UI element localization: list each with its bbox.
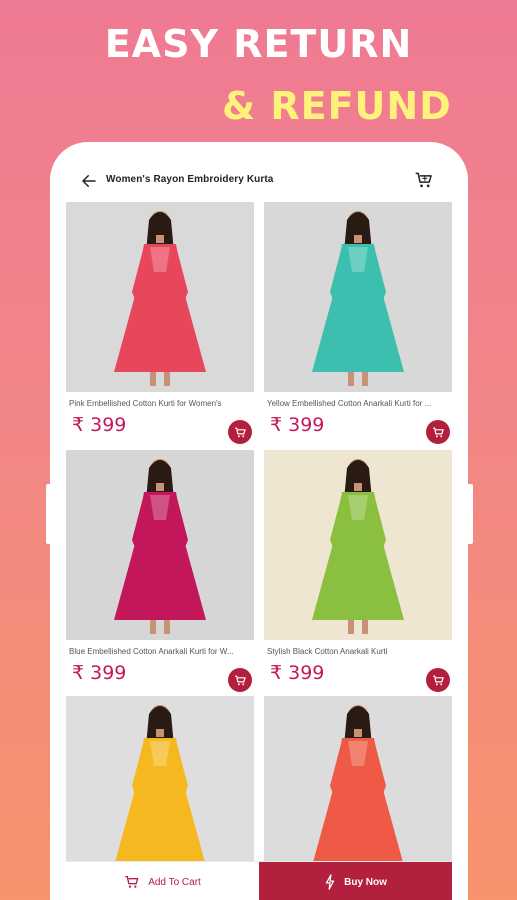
product-name: Pink Embellished Cotton Kurti for Women'… (69, 399, 222, 408)
product-image[interactable] (264, 202, 452, 392)
product-price: ₹ 399 (270, 662, 325, 684)
cart-icon (234, 675, 246, 685)
arrow-left-icon[interactable] (80, 172, 98, 190)
app-bar: Women's Rayon Embroidery Kurta (50, 164, 468, 198)
page-title: Women's Rayon Embroidery Kurta (106, 174, 274, 185)
phone-frame: Women's Rayon Embroidery Kurta Pink Embe… (50, 142, 468, 900)
promo-headline-line1: EASY RETURN (104, 22, 413, 66)
bottom-action-bar: Add To Cart Buy Now (66, 861, 452, 900)
product-card[interactable]: Stylish Black Cotton Anarkali Kurti ₹ 399 (264, 450, 452, 696)
cart-icon (432, 675, 444, 685)
add-to-cart-button[interactable]: Add To Cart (66, 862, 259, 900)
buy-now-button[interactable]: Buy Now (259, 862, 452, 900)
add-to-cart-icon-button[interactable] (426, 668, 450, 692)
product-name: Stylish Black Cotton Anarkali Kurti (267, 647, 388, 656)
product-card[interactable]: Pink Embellished Cotton Kurti for Women'… (66, 202, 254, 448)
add-to-cart-label: Add To Cart (148, 876, 201, 888)
cart-icon (125, 876, 139, 888)
product-image[interactable] (66, 202, 254, 392)
product-price: ₹ 399 (270, 414, 325, 436)
add-to-cart-icon-button[interactable] (228, 420, 252, 444)
buy-now-label: Buy Now (344, 876, 387, 888)
product-name: Blue Embellished Cotton Anarkali Kurti f… (69, 647, 234, 656)
product-image[interactable] (66, 450, 254, 640)
product-price: ₹ 399 (72, 414, 127, 436)
add-to-cart-icon-button[interactable] (426, 420, 450, 444)
lightning-icon (325, 874, 335, 890)
product-image[interactable] (264, 450, 452, 640)
product-card[interactable]: Yellow Embellished Cotton Anarkali Kurti… (264, 202, 452, 448)
product-image[interactable] (264, 696, 452, 886)
cart-icon (432, 427, 444, 437)
promo-headline-line2: & REFUND (222, 84, 452, 128)
product-name: Yellow Embellished Cotton Anarkali Kurti… (267, 399, 432, 408)
product-card[interactable]: Blue Embellished Cotton Anarkali Kurti f… (66, 450, 254, 696)
product-image[interactable] (66, 696, 254, 886)
product-price: ₹ 399 (72, 662, 127, 684)
cart-icon[interactable] (414, 170, 434, 190)
add-to-cart-icon-button[interactable] (228, 668, 252, 692)
cart-icon (234, 427, 246, 437)
